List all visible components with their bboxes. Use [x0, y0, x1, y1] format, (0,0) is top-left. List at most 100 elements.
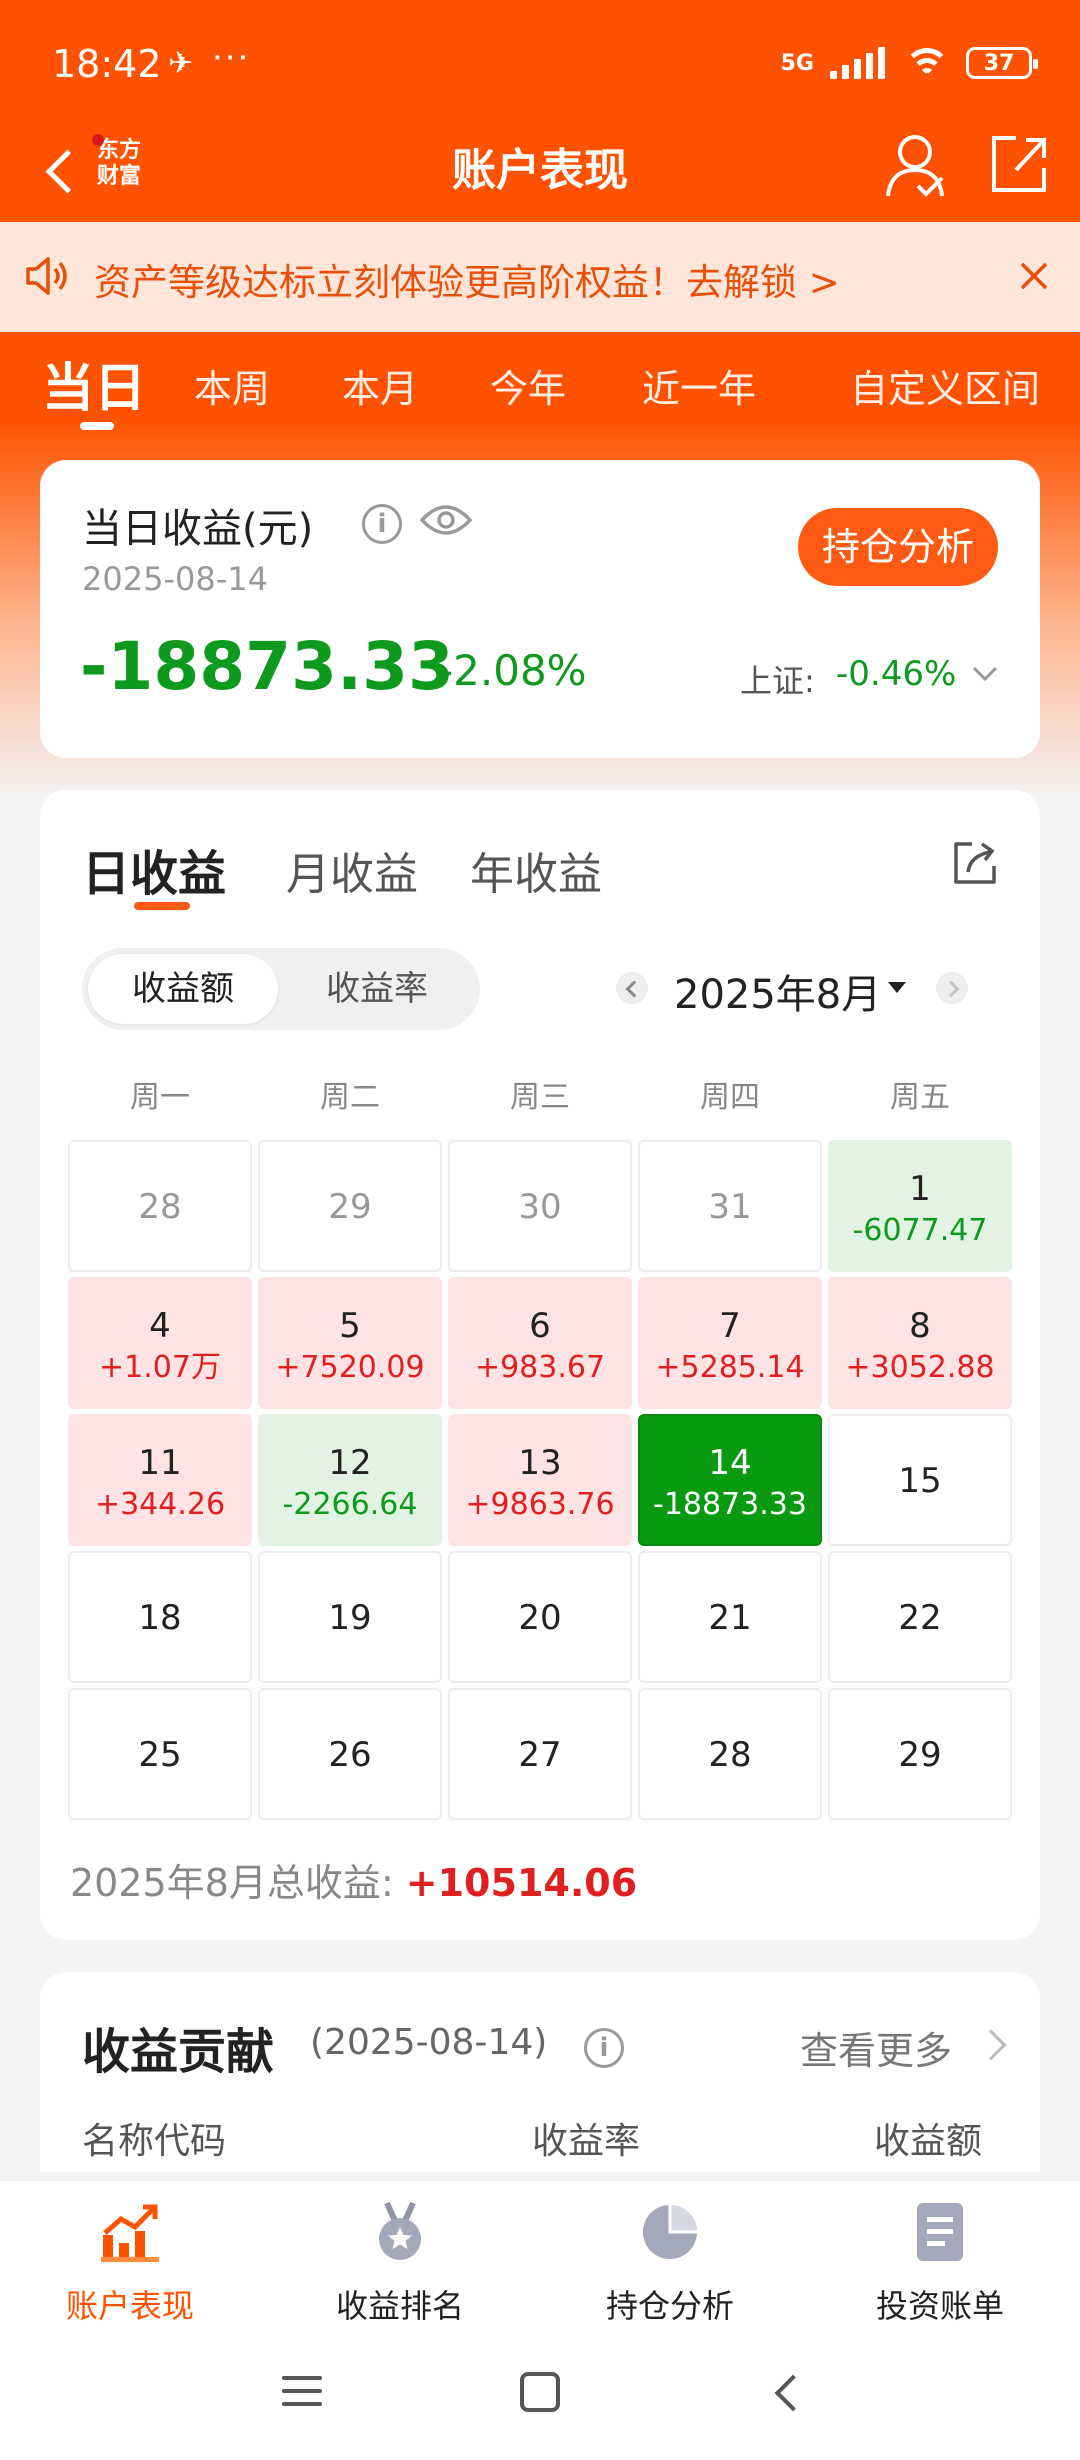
weekday-label: 周四 — [700, 1080, 760, 1115]
calendar-day[interactable]: 19 — [258, 1551, 442, 1683]
info-icon[interactable]: i — [362, 504, 402, 544]
profit-percent: -2.08% — [438, 646, 587, 695]
tab-daily-profit[interactable]: 日收益 — [82, 834, 226, 904]
column-rate: 收益率 — [532, 2121, 641, 2162]
period-tabs: 当日 本周 本月 今年 近一年 自定义区间 — [0, 340, 1080, 440]
day-number: 28 — [138, 1187, 182, 1227]
tab-year[interactable]: 今年 — [490, 358, 566, 413]
calendar-day[interactable]: 31 — [638, 1140, 822, 1272]
weekday-label: 周二 — [320, 1080, 380, 1115]
day-number: 31 — [708, 1187, 752, 1227]
segment-rate[interactable]: 收益率 — [282, 954, 472, 1024]
day-number: 7 — [719, 1306, 741, 1346]
notice-banner[interactable]: 资产等级达标立刻体验更高阶权益！去解锁 > — [0, 222, 1080, 332]
calendar-day[interactable]: 5 +7520.09 — [258, 1277, 442, 1409]
close-icon[interactable] — [1012, 254, 1056, 298]
info-icon[interactable]: i — [584, 2028, 624, 2068]
tab-today[interactable]: 当日 — [42, 346, 146, 421]
day-number: 30 — [518, 1187, 562, 1227]
home-icon[interactable] — [520, 2372, 560, 2412]
calendar-day[interactable]: 11 +344.26 — [68, 1414, 252, 1546]
position-analysis-button[interactable]: 持仓分析 — [798, 508, 998, 586]
prev-month-button[interactable] — [616, 972, 648, 1004]
tab-yearly-profit[interactable]: 年收益 — [470, 838, 602, 902]
column-name-code: 名称代码 — [82, 2121, 227, 2162]
speaker-icon — [26, 257, 67, 295]
day-number: 15 — [898, 1461, 942, 1501]
calendar-day[interactable]: 26 — [258, 1688, 442, 1820]
caret-down-icon[interactable] — [888, 982, 906, 993]
chart-icon — [101, 2204, 159, 2262]
status-indicators: 5G 37 — [780, 46, 1038, 80]
segment-amount[interactable]: 收益额 — [88, 954, 278, 1024]
calendar-day[interactable]: 12 -2266.64 — [258, 1414, 442, 1546]
day-profit: +344.26 — [94, 1487, 226, 1522]
calendar-day[interactable]: 1 -6077.47 — [828, 1140, 1012, 1272]
nav-label: 持仓分析 — [605, 2287, 734, 2325]
calendar-day[interactable]: 8 +3052.88 — [828, 1277, 1012, 1409]
calendar-day[interactable]: 13 +9863.76 — [448, 1414, 632, 1546]
calendar-day[interactable]: 30 — [448, 1140, 632, 1272]
nav-label: 收益排名 — [335, 2287, 464, 2325]
notice-text[interactable]: 资产等级达标立刻体验更高阶权益！去解锁 > — [94, 252, 840, 306]
share-icon[interactable] — [988, 130, 1050, 196]
tab-monthly-profit[interactable]: 月收益 — [286, 838, 418, 902]
calendar-day[interactable]: 21 — [638, 1551, 822, 1683]
day-profit: -6077.47 — [852, 1213, 988, 1248]
tab-last-year[interactable]: 近一年 — [642, 358, 756, 413]
weekday-label: 周五 — [890, 1080, 950, 1115]
export-icon[interactable] — [950, 838, 998, 888]
day-number: 21 — [708, 1598, 752, 1638]
calendar-day[interactable]: 6 +983.67 — [448, 1277, 632, 1409]
next-month-button[interactable] — [936, 972, 968, 1004]
calendar-day[interactable]: 20 — [448, 1551, 632, 1683]
tab-custom-range[interactable]: 自定义区间 — [850, 358, 1040, 413]
bottom-nav: 账户表现 收益排名 持仓分析 投资账单 — [0, 2180, 1080, 2330]
nav-position-analysis[interactable]: 持仓分析 — [560, 2201, 780, 2327]
day-number: 13 — [518, 1443, 562, 1483]
calendar-day[interactable]: 15 — [828, 1414, 1012, 1546]
calendar-day[interactable]: 27 — [448, 1688, 632, 1820]
network-type: 5G — [780, 50, 814, 76]
chevron-right-icon[interactable] — [975, 2029, 1007, 2061]
day-profit: +3052.88 — [845, 1350, 995, 1385]
profit-date: 2025-08-14 — [82, 560, 268, 598]
calendar-day[interactable]: 28 — [638, 1688, 822, 1820]
menu-icon[interactable] — [282, 2374, 322, 2408]
nav-profit-ranking[interactable]: 收益排名 — [290, 2201, 510, 2327]
nav-investment-bill[interactable]: 投资账单 — [830, 2201, 1050, 2327]
daily-profit-card: 当日收益(元) i 2025-08-14 持仓分析 -18873.33 -2.0… — [40, 460, 1040, 758]
index-label: 上证: — [740, 662, 815, 700]
day-number: 20 — [518, 1598, 562, 1638]
column-amount: 收益额 — [874, 2121, 983, 2162]
day-profit: -2266.64 — [282, 1487, 418, 1522]
tab-week[interactable]: 本周 — [194, 358, 270, 413]
medal-icon — [379, 2201, 421, 2260]
calendar-day[interactable]: 4 +1.07万 — [68, 1277, 252, 1409]
calendar-day[interactable]: 29 — [258, 1140, 442, 1272]
user-icon[interactable] — [884, 130, 946, 200]
index-value: -0.46% — [836, 654, 957, 694]
wifi-icon — [904, 46, 950, 80]
nav-label: 投资账单 — [875, 2287, 1004, 2325]
more-notifications-icon: ··· — [212, 38, 251, 78]
eye-icon[interactable] — [420, 500, 472, 540]
day-number: 19 — [328, 1598, 372, 1638]
month-total: 2025年8月总收益: +10514.06 — [70, 1852, 637, 1907]
calendar-day[interactable]: 18 — [68, 1551, 252, 1683]
calendar-day[interactable]: 22 — [828, 1551, 1012, 1683]
chevron-down-icon[interactable] — [970, 658, 1000, 688]
calendar-day[interactable]: 7 +5285.14 — [638, 1277, 822, 1409]
tab-month[interactable]: 本月 — [342, 358, 418, 413]
month-selector[interactable]: 2025年8月 — [674, 962, 881, 1020]
calendar-day[interactable]: 29 — [828, 1688, 1012, 1820]
nav-account-performance[interactable]: 账户表现 — [20, 2201, 240, 2327]
calendar-day[interactable]: 28 — [68, 1140, 252, 1272]
status-time: 18:42 — [52, 42, 162, 86]
calendar-day[interactable]: 25 — [68, 1688, 252, 1820]
bill-icon — [917, 2203, 963, 2261]
calendar-day-selected[interactable]: 14 -18873.33 — [638, 1414, 822, 1546]
system-back-icon[interactable] — [768, 2374, 802, 2408]
view-more-link[interactable]: 查看更多 — [800, 2020, 952, 2075]
day-number: 28 — [708, 1735, 752, 1775]
